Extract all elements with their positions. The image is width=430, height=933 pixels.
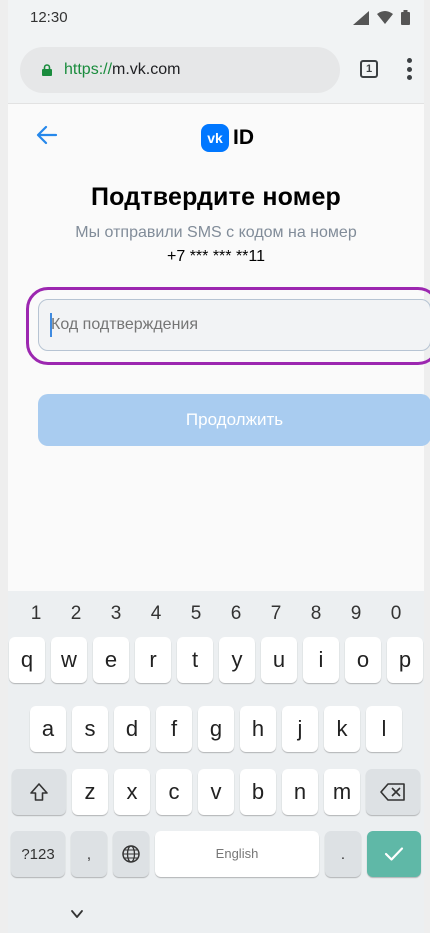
key-d[interactable]: d bbox=[114, 706, 150, 752]
status-bar: 12:30 bbox=[8, 0, 424, 34]
status-time: 12:30 bbox=[30, 9, 68, 26]
key-i[interactable]: i bbox=[303, 637, 339, 683]
keyboard-number-row: 1 2 3 4 5 6 7 8 9 0 bbox=[8, 603, 424, 625]
key-c[interactable]: c bbox=[156, 769, 192, 815]
signal-icon bbox=[353, 10, 369, 25]
key-n[interactable]: n bbox=[282, 769, 318, 815]
checkmark-icon bbox=[384, 847, 404, 861]
browser-toolbar: https://m.vk.com 1 bbox=[8, 34, 424, 104]
shift-key[interactable] bbox=[12, 769, 66, 815]
vk-id-logo: vk ID bbox=[201, 124, 254, 152]
continue-button[interactable]: Продолжить bbox=[38, 394, 430, 446]
key-t[interactable]: t bbox=[177, 637, 213, 683]
page-title: Подтвердите номер bbox=[90, 183, 342, 211]
globe-icon bbox=[122, 845, 140, 863]
keyboard-row-2: a s d f g h j k l bbox=[8, 706, 424, 752]
address-bar[interactable]: https://m.vk.com bbox=[20, 47, 340, 93]
key-a[interactable]: a bbox=[30, 706, 66, 752]
key-e[interactable]: e bbox=[93, 637, 129, 683]
vk-id-text: ID bbox=[233, 126, 254, 149]
confirmation-code-input[interactable] bbox=[38, 299, 430, 351]
key-l[interactable]: l bbox=[366, 706, 402, 752]
key-9[interactable]: 9 bbox=[351, 603, 362, 625]
wifi-icon bbox=[377, 11, 393, 24]
key-o[interactable]: o bbox=[345, 637, 381, 683]
battery-icon bbox=[401, 10, 410, 25]
sms-sent-text: Мы отправили SMS с кодом на номер bbox=[75, 224, 357, 241]
key-r[interactable]: r bbox=[135, 637, 171, 683]
vk-header: vk ID bbox=[8, 104, 424, 164]
status-icons bbox=[353, 10, 410, 25]
soft-keyboard: 1 2 3 4 5 6 7 8 9 0 q w e r t y u i o p … bbox=[8, 591, 424, 933]
key-s[interactable]: s bbox=[72, 706, 108, 752]
enter-key[interactable] bbox=[367, 831, 421, 877]
vk-logo-badge: vk bbox=[201, 124, 229, 152]
key-b[interactable]: b bbox=[240, 769, 276, 815]
back-arrow-icon[interactable] bbox=[34, 122, 60, 148]
keyboard-row-4: ?123 , English . bbox=[8, 831, 424, 877]
key-7[interactable]: 7 bbox=[271, 603, 282, 625]
key-x[interactable]: x bbox=[114, 769, 150, 815]
language-key[interactable] bbox=[113, 831, 149, 877]
text-caret bbox=[50, 313, 52, 337]
space-key[interactable]: English bbox=[155, 831, 319, 877]
key-2[interactable]: 2 bbox=[71, 603, 82, 625]
key-0[interactable]: 0 bbox=[391, 603, 402, 625]
key-f[interactable]: f bbox=[156, 706, 192, 752]
phone-screen: 12:30 https://m.vk.com 1 vk ID Подтверди… bbox=[0, 0, 430, 933]
key-v[interactable]: v bbox=[198, 769, 234, 815]
key-j[interactable]: j bbox=[282, 706, 318, 752]
hide-keyboard-chevron-icon[interactable] bbox=[70, 907, 84, 921]
key-m[interactable]: m bbox=[324, 769, 360, 815]
key-w[interactable]: w bbox=[51, 637, 87, 683]
key-4[interactable]: 4 bbox=[151, 603, 162, 625]
key-q[interactable]: q bbox=[9, 637, 45, 683]
key-h[interactable]: h bbox=[240, 706, 276, 752]
lock-icon bbox=[42, 64, 52, 76]
shift-icon bbox=[30, 783, 48, 801]
url-host: m.vk.com bbox=[112, 61, 181, 78]
period-key[interactable]: . bbox=[325, 831, 361, 877]
key-p[interactable]: p bbox=[387, 637, 423, 683]
overflow-menu-icon[interactable] bbox=[406, 58, 412, 80]
masked-phone-number: +7 *** *** **11 bbox=[167, 248, 265, 265]
key-1[interactable]: 1 bbox=[31, 603, 42, 625]
backspace-icon bbox=[380, 783, 405, 801]
symbols-key[interactable]: ?123 bbox=[11, 831, 65, 877]
key-g[interactable]: g bbox=[198, 706, 234, 752]
key-6[interactable]: 6 bbox=[231, 603, 242, 625]
keyboard-row-3: z x c v b n m bbox=[8, 769, 424, 815]
comma-key[interactable]: , bbox=[71, 831, 107, 877]
key-3[interactable]: 3 bbox=[111, 603, 122, 625]
key-5[interactable]: 5 bbox=[191, 603, 202, 625]
key-y[interactable]: y bbox=[219, 637, 255, 683]
key-z[interactable]: z bbox=[72, 769, 108, 815]
backspace-key[interactable] bbox=[366, 769, 420, 815]
tabs-icon[interactable]: 1 bbox=[360, 60, 378, 78]
url-scheme: https:// bbox=[64, 61, 113, 78]
key-u[interactable]: u bbox=[261, 637, 297, 683]
key-8[interactable]: 8 bbox=[311, 603, 322, 625]
keyboard-row-1: q w e r t y u i o p bbox=[8, 637, 424, 683]
key-k[interactable]: k bbox=[324, 706, 360, 752]
